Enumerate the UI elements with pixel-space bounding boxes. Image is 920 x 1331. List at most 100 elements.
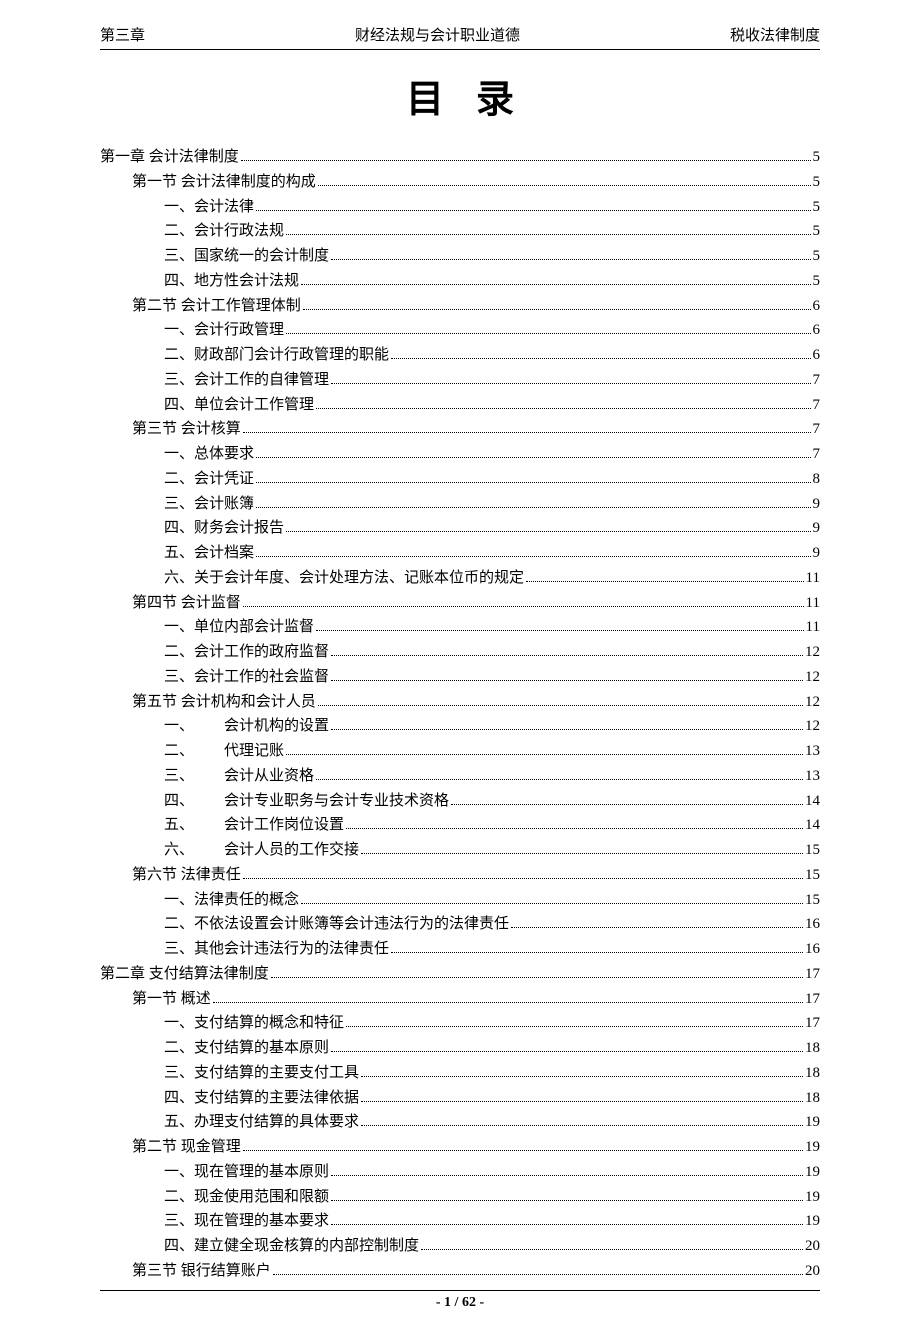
- toc-label: 五、会计档案: [164, 541, 254, 566]
- toc-page-number: 15: [805, 838, 820, 863]
- toc-label: 三、其他会计违法行为的法律责任: [164, 937, 389, 962]
- toc-label: 二、会计行政法规: [164, 219, 284, 244]
- toc-entry: 一、支付结算的概念和特征17: [100, 1011, 820, 1036]
- toc-entry: 二、支付结算的基本原则 18: [100, 1036, 820, 1061]
- toc-entry: 第一节 会计法律制度的构成5: [100, 170, 820, 195]
- toc-entry: 二、财政部门会计行政管理的职能6: [100, 343, 820, 368]
- toc-label: 一、会计行政管理: [164, 318, 284, 343]
- toc-leader-dots: [391, 951, 803, 953]
- toc-page-number: 16: [805, 912, 820, 937]
- toc-leader-dots: [243, 605, 804, 607]
- toc-leader-dots: [331, 258, 810, 260]
- toc-label: 四、支付结算的主要法律依据: [164, 1086, 359, 1111]
- toc-page-number: 6: [813, 294, 821, 319]
- header-right: 税收法律制度: [730, 24, 820, 45]
- toc-label: 一、总体要求: [164, 442, 254, 467]
- toc-label: 三、会计账簿: [164, 492, 254, 517]
- toc-page-number: 15: [805, 888, 820, 913]
- toc-leader-dots: [346, 827, 803, 829]
- toc-leader-dots: [286, 233, 810, 235]
- toc-label: 二、不依法设置会计账簿等会计违法行为的法律责任: [164, 912, 509, 937]
- toc-num: 六、: [164, 838, 224, 863]
- toc-num: 四、: [164, 789, 224, 814]
- toc-label: 二、支付结算的基本原则: [164, 1036, 329, 1061]
- toc-label: 第一节 概述: [132, 987, 211, 1012]
- toc-leader-dots: [243, 431, 811, 433]
- toc-entry: 四、会计专业职务与会计专业技术资格14: [100, 789, 820, 814]
- toc-leader-dots: [318, 184, 811, 186]
- toc-page-number: 9: [813, 541, 821, 566]
- toc-entry: 六、会计人员的工作交接 15: [100, 838, 820, 863]
- toc-label: 三、会计工作的社会监督: [164, 665, 329, 690]
- toc-entry: 五、会计档案 9: [100, 541, 820, 566]
- toc-title: 目录: [100, 68, 820, 123]
- toc-page-number: 8: [813, 467, 821, 492]
- toc-label: 第三节 会计核算: [132, 417, 241, 442]
- toc-leader-dots: [331, 654, 803, 656]
- toc-page-number: 18: [805, 1036, 820, 1061]
- toc-leader-dots: [256, 481, 810, 483]
- toc-entry: 一、现在管理的基本原则19: [100, 1160, 820, 1185]
- toc-label: 第三节 银行结算账户: [132, 1259, 271, 1284]
- toc-page-number: 5: [813, 219, 821, 244]
- toc-entry: 三、现在管理的基本要求19: [100, 1209, 820, 1234]
- toc-label: 一、会计机构的设置: [164, 714, 329, 739]
- toc-label: 一、现在管理的基本原则: [164, 1160, 329, 1185]
- toc-leader-dots: [331, 1050, 803, 1052]
- toc-leader-dots: [301, 902, 803, 904]
- toc-entry: 三、国家统一的会计制度5: [100, 244, 820, 269]
- toc-entry: 第三节 银行结算账户 20: [100, 1259, 820, 1284]
- toc-leader-dots: [331, 1174, 803, 1176]
- toc-entry: 第一章 会计法律制度5: [100, 145, 820, 170]
- page-header: 第三章 财经法规与会计职业道德 税收法律制度: [100, 24, 820, 50]
- toc-leader-dots: [421, 1248, 803, 1250]
- toc-page-number: 9: [813, 516, 821, 541]
- toc-leader-dots: [451, 803, 803, 805]
- header-left: 第三章: [100, 24, 145, 45]
- toc-entry: 四、财务会计报告9: [100, 516, 820, 541]
- toc-label: 三、现在管理的基本要求: [164, 1209, 329, 1234]
- toc-page-number: 17: [805, 962, 820, 987]
- toc-leader-dots: [331, 679, 803, 681]
- toc-entry: 第三节 会计核算7: [100, 417, 820, 442]
- toc-entry: 三、会计从业资格13: [100, 764, 820, 789]
- toc-page-number: 11: [806, 591, 820, 616]
- toc-num: 一、: [164, 714, 224, 739]
- toc-entry: 三、会计工作的自律管理7: [100, 368, 820, 393]
- toc-page-number: 20: [805, 1259, 820, 1284]
- toc-page-number: 18: [805, 1061, 820, 1086]
- toc-label: 六、关于会计年度、会计处理方法、记账本位币的规定: [164, 566, 524, 591]
- toc-leader-dots: [271, 976, 803, 978]
- toc-label: 四、单位会计工作管理: [164, 393, 314, 418]
- toc-leader-dots: [286, 332, 810, 334]
- toc-entry: 一、法律责任的概念15: [100, 888, 820, 913]
- toc-entry: 四、单位会计工作管理 7: [100, 393, 820, 418]
- toc-entry: 四、地方性会计法规5: [100, 269, 820, 294]
- toc-leader-dots: [316, 407, 810, 409]
- document-page: 第三章 财经法规与会计职业道德 税收法律制度 目录 第一章 会计法律制度5第一节…: [50, 0, 870, 1331]
- toc-entry: 第二节 会计工作管理体制6: [100, 294, 820, 319]
- toc-page-number: 16: [805, 937, 820, 962]
- toc-entry: 二、会计工作的政府监督12: [100, 640, 820, 665]
- toc-page-number: 5: [813, 195, 821, 220]
- toc-label: 一、会计法律: [164, 195, 254, 220]
- toc-label: 第四节 会计监督: [132, 591, 241, 616]
- toc-leader-dots: [256, 555, 810, 557]
- toc-leader-dots: [301, 283, 810, 285]
- toc-leader-dots: [273, 1273, 803, 1275]
- toc-label: 三、支付结算的主要支付工具: [164, 1061, 359, 1086]
- toc-page-number: 20: [805, 1234, 820, 1259]
- toc-num: 三、: [164, 764, 224, 789]
- toc-label: 四、建立健全现金核算的内部控制制度: [164, 1234, 419, 1259]
- toc-leader-dots: [361, 1100, 803, 1102]
- toc-entry: 二、不依法设置会计账簿等会计违法行为的法律责任 16: [100, 912, 820, 937]
- toc-label: 六、会计人员的工作交接: [164, 838, 359, 863]
- toc-page-number: 11: [806, 566, 820, 591]
- toc-entry: 第一节 概述17: [100, 987, 820, 1012]
- toc-page-number: 7: [813, 393, 821, 418]
- toc-label: 五、会计工作岗位设置: [164, 813, 344, 838]
- toc-page-number: 7: [813, 442, 821, 467]
- toc-page-number: 6: [813, 318, 821, 343]
- toc-label: 第五节 会计机构和会计人员: [132, 690, 316, 715]
- toc-leader-dots: [286, 753, 803, 755]
